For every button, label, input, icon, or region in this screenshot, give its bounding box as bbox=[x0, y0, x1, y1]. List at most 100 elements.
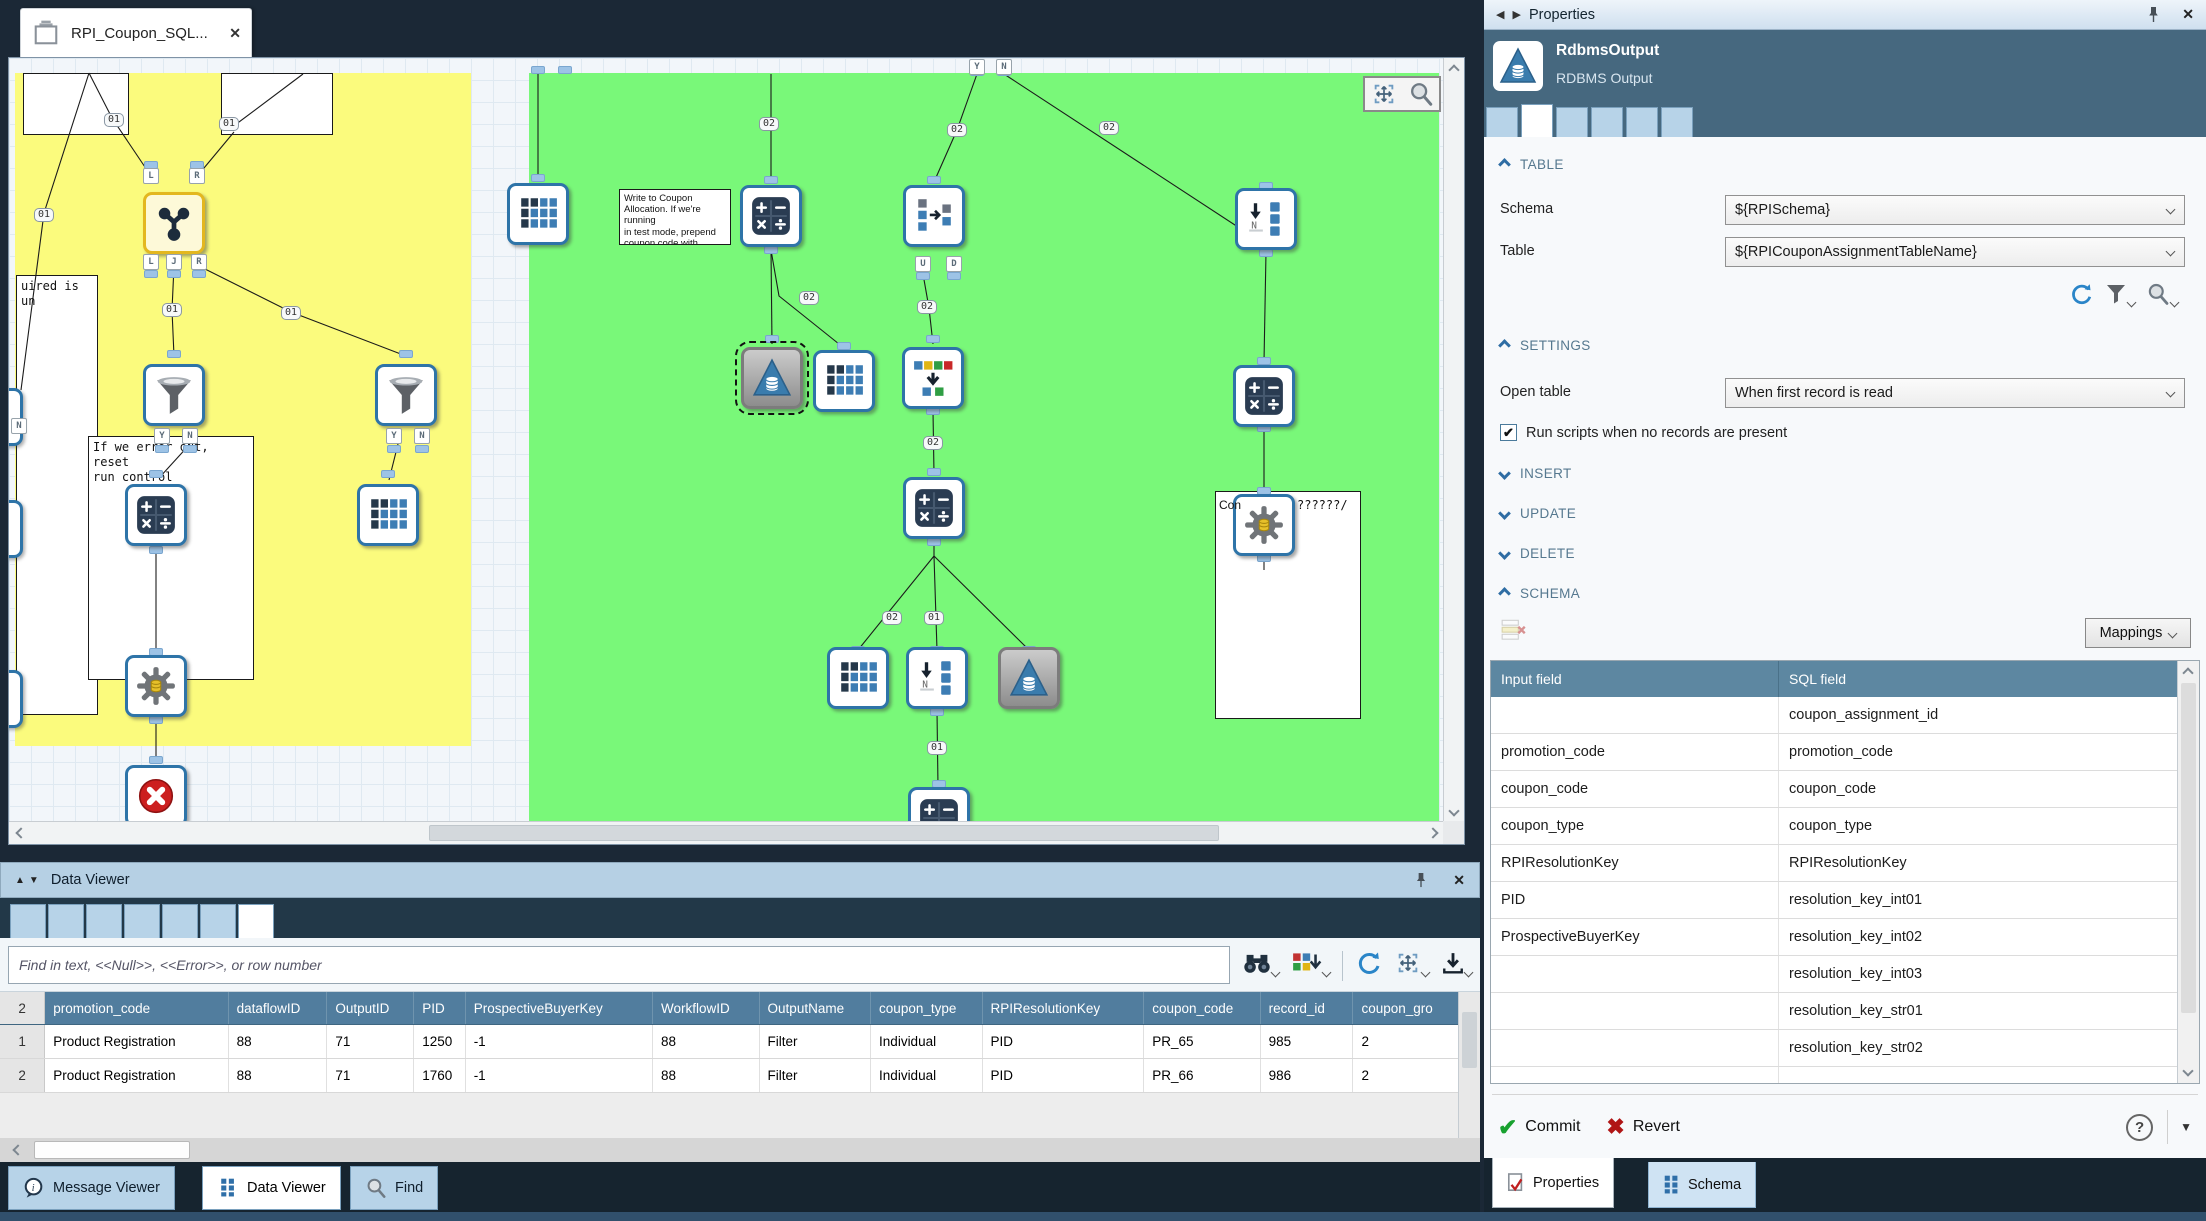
canvas-overview-control[interactable] bbox=[1363, 76, 1441, 112]
sql-field-cell[interactable] bbox=[1779, 1067, 2177, 1084]
mapping-grid-scrollbar[interactable] bbox=[2177, 661, 2199, 1083]
mapping-row[interactable] bbox=[1491, 1067, 2199, 1084]
export-download-icon[interactable] bbox=[1441, 950, 1472, 981]
mapping-row[interactable]: PID resolution_key_int01 bbox=[1491, 882, 2199, 919]
properties-tab[interactable] bbox=[1661, 107, 1693, 137]
mapping-row[interactable]: promotion_code promotion_code bbox=[1491, 734, 2199, 771]
mapping-row[interactable]: resolution_key_str01 bbox=[1491, 993, 2199, 1030]
section-schema[interactable]: SCHEMA bbox=[1500, 586, 1580, 601]
search-magnifier-icon[interactable] bbox=[2145, 282, 2178, 311]
column-header[interactable]: dataflowID bbox=[229, 992, 328, 1024]
dataflow-canvas[interactable]: uired is unIf we error out, reset run co… bbox=[8, 57, 1465, 845]
input-field-cell[interactable]: ProspectiveBuyerKey bbox=[1491, 919, 1779, 955]
column-header[interactable]: WorkflowID bbox=[653, 992, 760, 1024]
calc-node[interactable] bbox=[1233, 365, 1295, 427]
column-header[interactable]: ProspectiveBuyerKey bbox=[466, 992, 653, 1024]
mappings-button[interactable]: Mappings bbox=[2085, 618, 2191, 648]
find-input[interactable] bbox=[8, 946, 1230, 984]
sql-field-cell[interactable]: promotion_code bbox=[1779, 734, 2177, 770]
input-field-column-header[interactable]: Input field bbox=[1491, 661, 1779, 697]
tab-schema[interactable]: Schema bbox=[1648, 1162, 1756, 1208]
input-field-cell[interactable] bbox=[1491, 1030, 1779, 1066]
gear-node[interactable] bbox=[125, 655, 187, 717]
sql-field-cell[interactable]: coupon_code bbox=[1779, 771, 2177, 807]
grid-node[interactable] bbox=[827, 647, 889, 709]
scrollbar-thumb[interactable] bbox=[429, 825, 1219, 841]
sql-field-cell[interactable]: resolution_key_str02 bbox=[1779, 1030, 2177, 1066]
input-field-cell[interactable]: RPIResolutionKey bbox=[1491, 845, 1779, 881]
calc-node[interactable] bbox=[125, 484, 187, 546]
sql-field-cell[interactable]: coupon_type bbox=[1779, 808, 2177, 844]
mapping-row[interactable]: resolution_key_int03 bbox=[1491, 956, 2199, 993]
pin-icon[interactable] bbox=[2147, 6, 2160, 23]
fit-view-icon[interactable] bbox=[1394, 950, 1429, 981]
tab-find[interactable]: Find bbox=[350, 1166, 438, 1210]
nav-right-icon[interactable]: ▶ bbox=[1512, 8, 1518, 21]
input-field-cell[interactable] bbox=[1491, 1067, 1779, 1084]
table-dropdown[interactable]: ${RPICouponAssignmentTableName} bbox=[1725, 237, 2185, 267]
input-field-cell[interactable]: coupon_code bbox=[1491, 771, 1779, 807]
properties-tab[interactable] bbox=[1486, 107, 1518, 137]
help-button[interactable]: ? bbox=[2126, 1114, 2153, 1141]
column-header[interactable]: promotion_code bbox=[45, 992, 228, 1024]
filter-node[interactable] bbox=[375, 364, 437, 426]
annotation-box[interactable]: uired is un bbox=[16, 275, 98, 715]
column-header[interactable]: record_id bbox=[1261, 992, 1354, 1024]
zoom-magnifier-icon[interactable] bbox=[1408, 81, 1434, 107]
error-node[interactable] bbox=[125, 765, 187, 827]
properties-tab[interactable] bbox=[1591, 107, 1623, 137]
data-viewer-horizontal-scrollbar[interactable] bbox=[0, 1138, 1480, 1162]
section-delete[interactable]: DELETE bbox=[1500, 546, 1575, 561]
run-scripts-checkbox[interactable]: ✔ bbox=[1500, 424, 1517, 441]
collapse-down-icon[interactable]: ▼ bbox=[29, 875, 39, 886]
fieldsel-node[interactable] bbox=[903, 185, 965, 247]
input-field-cell[interactable]: coupon_type bbox=[1491, 808, 1779, 844]
rdbms-node[interactable] bbox=[741, 347, 803, 409]
section-table[interactable]: TABLE bbox=[1500, 157, 1564, 172]
calc-node[interactable] bbox=[740, 185, 802, 247]
input-field-cell[interactable]: PID bbox=[1491, 882, 1779, 918]
mapping-row[interactable]: coupon_type coupon_type bbox=[1491, 808, 2199, 845]
close-icon[interactable]: ✕ bbox=[2182, 6, 2194, 23]
data-viewer-tab[interactable] bbox=[162, 904, 198, 938]
column-colors-icon[interactable] bbox=[1291, 950, 1330, 981]
properties-tab[interactable] bbox=[1556, 107, 1588, 137]
sql-field-cell[interactable]: coupon_assignment_id bbox=[1779, 697, 2177, 733]
rdbms-node[interactable] bbox=[998, 647, 1060, 709]
section-insert[interactable]: INSERT bbox=[1500, 466, 1572, 481]
data-viewer-tab[interactable] bbox=[200, 904, 236, 938]
node-stub[interactable] bbox=[8, 500, 23, 558]
annotation-box[interactable]: If we error out, reset run control bbox=[88, 436, 254, 680]
data-viewer-titlebar[interactable]: ▲ ▼ Data Viewer ✕ bbox=[0, 862, 1480, 898]
mapping-row[interactable]: coupon_code coupon_code bbox=[1491, 771, 2199, 808]
revert-button[interactable]: Revert bbox=[1633, 1118, 1680, 1136]
topn-node[interactable] bbox=[906, 647, 968, 709]
scroll-left-icon[interactable] bbox=[12, 1144, 23, 1155]
section-settings[interactable]: SETTINGS bbox=[1500, 338, 1591, 353]
sql-field-cell[interactable]: resolution_key_str01 bbox=[1779, 993, 2177, 1029]
pan-icon[interactable] bbox=[1371, 81, 1397, 107]
refresh-icon[interactable] bbox=[1355, 950, 1382, 981]
revert-x-icon[interactable]: ✖ bbox=[1606, 1114, 1624, 1140]
nav-left-icon[interactable]: ◀ bbox=[1496, 8, 1502, 21]
grid-node[interactable] bbox=[357, 484, 419, 546]
document-close-icon[interactable]: ✕ bbox=[229, 25, 241, 42]
properties-titlebar[interactable]: ◀ ▶ Properties ✕ bbox=[1484, 0, 2206, 30]
grid-node[interactable] bbox=[507, 183, 569, 245]
topn-node[interactable] bbox=[1235, 188, 1297, 250]
scroll-up-icon[interactable] bbox=[1448, 64, 1459, 75]
data-viewer-vertical-scrollbar[interactable] bbox=[1458, 992, 1480, 1138]
input-field-cell[interactable] bbox=[1491, 993, 1779, 1029]
sql-field-column-header[interactable]: SQL field bbox=[1779, 661, 2177, 697]
canvas-vertical-scrollbar[interactable] bbox=[1443, 58, 1464, 823]
column-header[interactable]: OutputName bbox=[760, 992, 872, 1024]
tab-data-viewer[interactable]: Data Viewer bbox=[202, 1166, 341, 1210]
tab-message-viewer[interactable]: Message Viewer bbox=[8, 1166, 175, 1210]
pin-icon[interactable] bbox=[1415, 872, 1427, 888]
sql-field-cell[interactable]: resolution_key_int01 bbox=[1779, 882, 2177, 918]
section-update[interactable]: UPDATE bbox=[1500, 506, 1576, 521]
commit-button[interactable]: Commit bbox=[1525, 1118, 1580, 1136]
input-field-cell[interactable] bbox=[1491, 956, 1779, 992]
column-header[interactable]: coupon_type bbox=[871, 992, 983, 1024]
table-row[interactable]: 1 Product Registration88711250-188Filter… bbox=[0, 1025, 1458, 1059]
